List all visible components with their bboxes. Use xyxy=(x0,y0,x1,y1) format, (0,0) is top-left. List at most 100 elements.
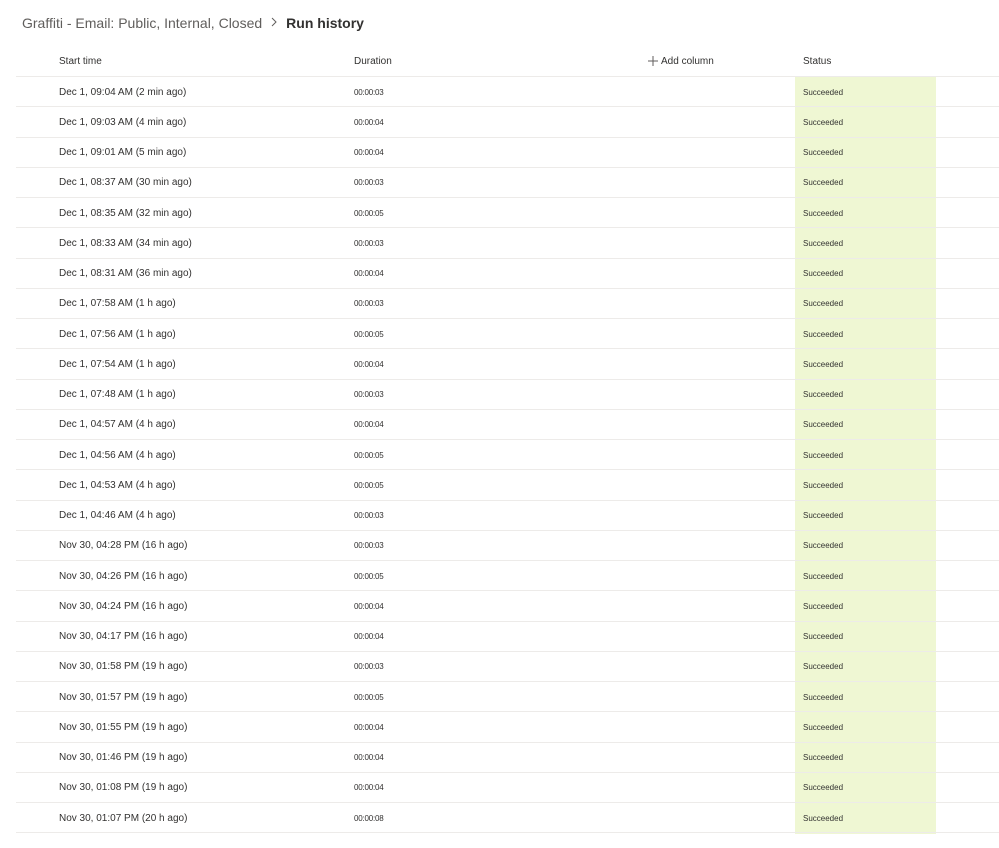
start-time-link[interactable]: Nov 30, 04:24 PM (16 h ago) xyxy=(59,591,187,621)
duration-cell: 00:00:05 xyxy=(354,208,384,218)
status-cell: Succeeded xyxy=(803,87,844,97)
column-header-duration[interactable]: Duration xyxy=(354,46,392,76)
add-column-label: Add column xyxy=(661,55,714,67)
table-row[interactable]: Nov 30, 04:28 PM (16 h ago) 00:00:03 Succe… xyxy=(16,531,999,561)
table-row[interactable]: Nov 30, 04:17 PM (16 h ago) 00:00:04 Succe… xyxy=(16,622,999,652)
table-row[interactable]: Dec 1, 08:35 AM (32 min ago) 00:00:05 Succ… xyxy=(16,198,999,229)
start-time-link[interactable]: Nov 30, 04:26 PM (16 h ago) xyxy=(59,561,187,591)
table-body: Dec 1, 09:04 AM (2 min ago) 00:00:03 Succe… xyxy=(16,77,999,834)
breadcrumb-current: Run history xyxy=(286,15,364,31)
table-row[interactable]: Dec 1, 04:57 AM (4 h ago) 00:00:04 Succeed… xyxy=(16,410,999,440)
start-time-link[interactable]: Nov 30, 01:07 PM (20 h ago) xyxy=(59,803,187,833)
start-time-link[interactable]: Nov 30, 01:58 PM (19 h ago) xyxy=(59,652,187,682)
column-header-status[interactable]: Status xyxy=(803,46,831,76)
status-cell: Succeeded xyxy=(803,601,844,611)
start-time-link[interactable]: Dec 1, 04:46 AM (4 h ago) xyxy=(59,501,176,531)
start-time-link[interactable]: Dec 1, 07:58 AM (1 h ago) xyxy=(59,289,176,319)
table-row[interactable]: Dec 1, 09:01 AM (5 min ago) 00:00:04 Succe… xyxy=(16,138,999,168)
status-cell: Succeeded xyxy=(803,238,844,248)
start-time-link[interactable]: Nov 30, 04:28 PM (16 h ago) xyxy=(59,531,187,561)
table-row[interactable]: Dec 1, 09:03 AM (4 min ago) 00:00:04 Succe… xyxy=(16,107,999,138)
duration-cell: 00:00:04 xyxy=(354,269,384,278)
duration-cell: 00:00:03 xyxy=(354,299,384,309)
start-time-link[interactable]: Dec 1, 09:01 AM (5 min ago) xyxy=(59,138,186,168)
start-time-link[interactable]: Dec 1, 09:04 AM (2 min ago) xyxy=(59,77,186,107)
status-cell: Succeeded xyxy=(803,813,844,823)
table-row[interactable]: Nov 30, 04:26 PM (16 h ago) 00:00:05 Succe… xyxy=(16,561,999,592)
start-time-link[interactable]: Dec 1, 07:48 AM (1 h ago) xyxy=(59,380,176,410)
table-row[interactable]: Dec 1, 08:37 AM (30 min ago) 00:00:03 Succ… xyxy=(16,168,999,198)
status-cell: Succeeded xyxy=(803,783,844,793)
table-row[interactable]: Dec 1, 07:54 AM (1 h ago) 00:00:04 Succeed… xyxy=(16,349,999,380)
start-time-link[interactable]: Nov 30, 01:08 PM (19 h ago) xyxy=(59,773,187,803)
status-cell: Succeeded xyxy=(803,753,844,762)
start-time-link[interactable]: Dec 1, 04:53 AM (4 h ago) xyxy=(59,470,176,500)
start-time-link[interactable]: Nov 30, 01:46 PM (19 h ago) xyxy=(59,743,187,773)
table-row[interactable]: Dec 1, 07:56 AM (1 h ago) 00:00:05 Succeed… xyxy=(16,319,999,350)
start-time-link[interactable]: Dec 1, 07:54 AM (1 h ago) xyxy=(59,349,176,379)
status-cell: Succeeded xyxy=(803,390,844,399)
start-time-link[interactable]: Nov 30, 01:55 PM (19 h ago) xyxy=(59,712,187,742)
duration-cell: 00:00:04 xyxy=(354,420,384,430)
status-cell: Succeeded xyxy=(803,571,844,581)
duration-cell: 00:00:03 xyxy=(354,178,384,188)
start-time-link[interactable]: Nov 30, 01:57 PM (19 h ago) xyxy=(59,682,187,712)
status-cell: Succeeded xyxy=(803,269,844,278)
chevron-right-icon xyxy=(270,16,278,30)
duration-cell: 00:00:04 xyxy=(354,632,384,641)
duration-cell: 00:00:05 xyxy=(354,480,384,490)
duration-cell: 00:00:04 xyxy=(354,359,384,369)
breadcrumb-parent-link[interactable]: Graffiti - Email: Public, Internal, Clos… xyxy=(22,15,262,31)
status-cell: Succeeded xyxy=(803,722,844,732)
start-time-link[interactable]: Dec 1, 08:33 AM (34 min ago) xyxy=(59,228,192,258)
status-cell: Succeeded xyxy=(803,148,844,157)
table-row[interactable]: Dec 1, 04:46 AM (4 h ago) 00:00:03 Succeed… xyxy=(16,501,999,531)
status-cell: Succeeded xyxy=(803,632,844,641)
status-cell: Succeeded xyxy=(803,117,844,127)
table-row[interactable]: Nov 30, 01:07 PM (20 h ago) 00:00:08 Succe… xyxy=(16,803,999,834)
table-row[interactable]: Nov 30, 01:55 PM (19 h ago) 00:00:04 Succe… xyxy=(16,712,999,743)
start-time-link[interactable]: Nov 30, 04:17 PM (16 h ago) xyxy=(59,622,187,652)
table-row[interactable]: Dec 1, 04:53 AM (4 h ago) 00:00:05 Succeed… xyxy=(16,470,999,501)
run-history-table: Start time Duration Add column Status De… xyxy=(16,46,999,834)
status-cell: Succeeded xyxy=(803,662,844,672)
duration-cell: 00:00:05 xyxy=(354,692,384,702)
start-time-link[interactable]: Dec 1, 08:37 AM (30 min ago) xyxy=(59,168,192,198)
table-row[interactable]: Nov 30, 01:58 PM (19 h ago) 00:00:03 Succe… xyxy=(16,652,999,682)
table-row[interactable]: Dec 1, 08:31 AM (36 min ago) 00:00:04 Succ… xyxy=(16,259,999,289)
start-time-link[interactable]: Dec 1, 09:03 AM (4 min ago) xyxy=(59,107,186,137)
duration-cell: 00:00:04 xyxy=(354,117,384,127)
status-cell: Succeeded xyxy=(803,329,844,339)
start-time-link[interactable]: Dec 1, 08:31 AM (36 min ago) xyxy=(59,259,192,289)
table-row[interactable]: Dec 1, 07:48 AM (1 h ago) 00:00:03 Succeed… xyxy=(16,380,999,410)
duration-cell: 00:00:03 xyxy=(354,662,384,672)
duration-cell: 00:00:05 xyxy=(354,571,384,581)
table-row[interactable]: Dec 1, 04:56 AM (4 h ago) 00:00:05 Succeed… xyxy=(16,440,999,471)
status-cell: Succeeded xyxy=(803,541,844,551)
status-cell: Succeeded xyxy=(803,178,844,188)
status-cell: Succeeded xyxy=(803,420,844,430)
start-time-link[interactable]: Dec 1, 04:57 AM (4 h ago) xyxy=(59,410,176,440)
table-row[interactable]: Nov 30, 01:08 PM (19 h ago) 00:00:04 Succe… xyxy=(16,773,999,803)
table-row[interactable]: Dec 1, 08:33 AM (34 min ago) 00:00:03 Succ… xyxy=(16,228,999,259)
start-time-link[interactable]: Dec 1, 07:56 AM (1 h ago) xyxy=(59,319,176,349)
duration-cell: 00:00:05 xyxy=(354,329,384,339)
table-row[interactable]: Nov 30, 01:46 PM (19 h ago) 00:00:04 Succe… xyxy=(16,743,999,773)
duration-cell: 00:00:03 xyxy=(354,87,384,97)
start-time-link[interactable]: Dec 1, 04:56 AM (4 h ago) xyxy=(59,440,176,470)
column-header-start-time[interactable]: Start time xyxy=(59,46,102,76)
table-row[interactable]: Nov 30, 01:57 PM (19 h ago) 00:00:05 Succe… xyxy=(16,682,999,713)
duration-cell: 00:00:04 xyxy=(354,722,384,732)
duration-cell: 00:00:05 xyxy=(354,450,384,460)
add-column-button[interactable]: Add column xyxy=(648,46,714,76)
status-cell: Succeeded xyxy=(803,299,844,309)
duration-cell: 00:00:04 xyxy=(354,148,384,157)
status-cell: Succeeded xyxy=(803,511,844,520)
duration-cell: 00:00:08 xyxy=(354,813,384,823)
table-row[interactable]: Dec 1, 09:04 AM (2 min ago) 00:00:03 Succe… xyxy=(16,77,999,108)
duration-cell: 00:00:04 xyxy=(354,783,384,793)
duration-cell: 00:00:03 xyxy=(354,511,384,520)
table-row[interactable]: Dec 1, 07:58 AM (1 h ago) 00:00:03 Succeed… xyxy=(16,289,999,319)
start-time-link[interactable]: Dec 1, 08:35 AM (32 min ago) xyxy=(59,198,192,228)
table-row[interactable]: Nov 30, 04:24 PM (16 h ago) 00:00:04 Succe… xyxy=(16,591,999,622)
